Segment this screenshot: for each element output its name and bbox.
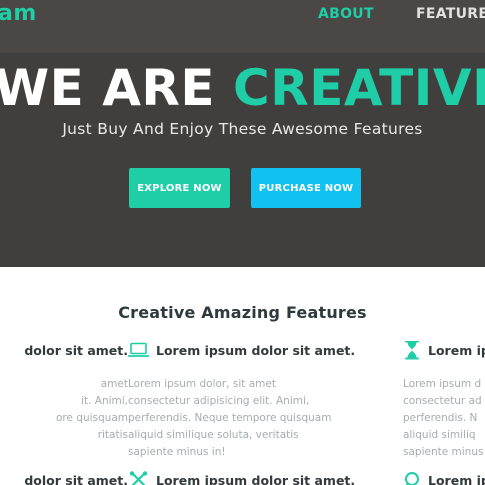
- feature-description: amet it. Animi, ore quisquam ritatis: [56, 378, 128, 441]
- feature-title: Lorem ip: [428, 342, 485, 358]
- feature-title: Lorem ipsum dolor sit amet.: [156, 342, 356, 358]
- search-icon: [405, 472, 419, 485]
- tools-icon: [129, 471, 148, 485]
- feature-card: dolor sit amet.: [0, 471, 128, 485]
- headline-text: WE ARE: [0, 59, 216, 117]
- feature-title: Lorem ipsum dolor sit amet.: [156, 472, 356, 485]
- feature-card: Lorem ipsum dolor sit amet. Lorem ipsum …: [128, 341, 378, 461]
- navbar: am ABOUT FEATURE: [0, 0, 485, 53]
- feature-title: dolor sit amet.: [24, 472, 128, 485]
- hero-section: am ABOUT FEATURE WE ARE CREATIVE Just Bu…: [0, 0, 485, 267]
- nav-link-features[interactable]: FEATURE: [416, 6, 485, 22]
- feature-title: dolor sit amet.: [24, 342, 128, 358]
- feature-card: Lorem ipsum dolor sit amet.: [128, 471, 378, 485]
- hero-headline: WE ARE CREATIVE: [0, 58, 485, 118]
- brand-logo[interactable]: am: [0, 1, 37, 26]
- nav-link-about[interactable]: ABOUT: [318, 6, 374, 22]
- headline-accent-text: CREATIVE: [233, 59, 485, 117]
- feature-description: Lorem ipsum d consectetur ad perferendis…: [403, 378, 484, 458]
- feature-card: Lorem ip: [403, 471, 485, 485]
- hourglass-icon: [405, 341, 419, 360]
- purchase-now-button[interactable]: PURCHASE NOW: [251, 168, 361, 208]
- laptop-icon: [128, 342, 149, 357]
- explore-now-button[interactable]: EXPLORE NOW: [129, 168, 230, 208]
- feature-title: Lorem ip: [428, 472, 485, 485]
- feature-card: Lorem ip Lorem ipsum d consectetur ad pe…: [403, 341, 485, 461]
- features-section-title: Creative Amazing Features: [118, 303, 367, 322]
- hero-subheadline: Just Buy And Enjoy These Awesome Feature…: [62, 120, 423, 138]
- feature-card: dolor sit amet. amet it. Animi, ore quis…: [0, 341, 128, 444]
- feature-description: Lorem ipsum dolor, sit amet consectetur …: [128, 378, 332, 458]
